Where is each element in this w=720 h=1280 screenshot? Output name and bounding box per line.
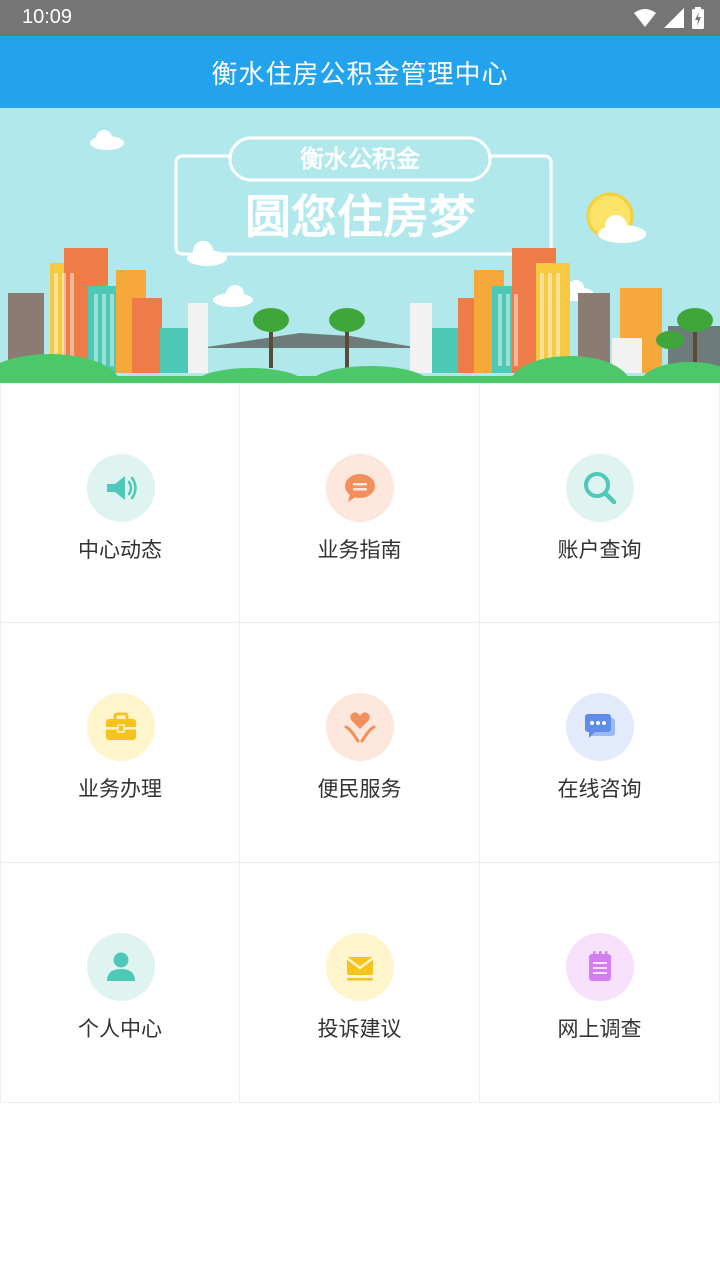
menu-item-label: 便民服务	[317, 777, 402, 801]
menu-item-business-guide[interactable]: 业务指南	[240, 383, 480, 623]
menu-item-label: 个人中心	[78, 1017, 162, 1041]
banner: 衡水公积金 圆您住房梦	[0, 108, 720, 384]
notepad-icon	[566, 933, 634, 1001]
status-time: 10:09	[22, 6, 73, 28]
page-title: 衡水住房公积金管理中心	[211, 59, 509, 90]
search-icon	[566, 454, 634, 522]
banner-illustration: 衡水公积金 圆您住房梦	[0, 108, 720, 384]
menu-item-center-news[interactable]: 中心动态	[0, 383, 240, 623]
status-bar: 10:09	[0, 0, 720, 36]
menu-item-complaint-suggestion[interactable]: 投诉建议	[240, 863, 480, 1103]
messages-icon	[566, 693, 634, 761]
menu-grid: 中心动态 业务指南 账户查询 业务办理 便民服务 在线咨询 个人中心 投诉建议 …	[0, 383, 720, 1103]
menu-item-label: 账户查询	[557, 538, 642, 562]
menu-item-business-handling[interactable]: 业务办理	[0, 623, 240, 863]
menu-item-convenience-service[interactable]: 便民服务	[240, 623, 480, 863]
menu-item-label: 网上调查	[557, 1017, 642, 1041]
person-icon	[87, 933, 155, 1001]
chat-bubble-icon	[326, 454, 394, 522]
banner-headline: 圆您住房梦	[245, 190, 475, 244]
menu-item-online-consult[interactable]: 在线咨询	[480, 623, 720, 863]
app-bar: 衡水住房公积金管理中心	[0, 36, 720, 108]
menu-item-label: 业务指南	[317, 538, 402, 562]
status-icons	[634, 7, 704, 29]
menu-item-label: 投诉建议	[317, 1017, 402, 1041]
menu-item-account-query[interactable]: 账户查询	[480, 383, 720, 623]
menu-item-online-survey[interactable]: 网上调查	[480, 863, 720, 1103]
menu-item-label: 业务办理	[78, 777, 162, 801]
menu-item-label: 中心动态	[78, 538, 162, 562]
battery-icon	[692, 7, 704, 29]
megaphone-icon	[87, 454, 155, 522]
wifi-icon	[634, 9, 656, 27]
menu-item-personal-center[interactable]: 个人中心	[0, 863, 240, 1103]
menu-item-label: 在线咨询	[557, 777, 642, 801]
signal-icon	[664, 8, 684, 28]
envelope-icon	[326, 933, 394, 1001]
briefcase-icon	[87, 693, 155, 761]
heart-hands-icon	[326, 693, 394, 761]
banner-subtitle: 衡水公积金	[300, 145, 421, 173]
